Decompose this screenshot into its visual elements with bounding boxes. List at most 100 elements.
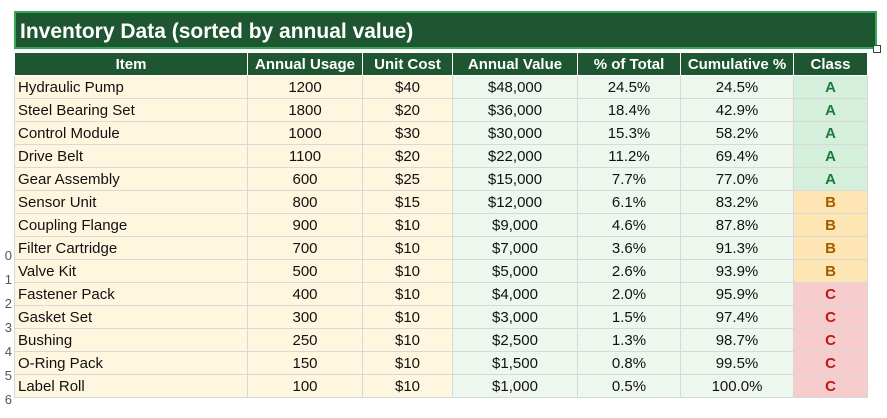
row-number[interactable]: [0, 172, 12, 196]
cell-cumulative-percent[interactable]: 91.3%: [680, 236, 794, 260]
header-unit-cost[interactable]: Unit Cost: [362, 52, 453, 76]
cell-percent-total[interactable]: 11.2%: [577, 144, 681, 168]
cell-percent-total[interactable]: 4.6%: [577, 213, 681, 237]
cell-annual-value[interactable]: $7,000: [452, 236, 578, 260]
cell-percent-total[interactable]: 15.3%: [577, 121, 681, 145]
cell-class[interactable]: C: [793, 305, 868, 329]
cell-item[interactable]: Gear Assembly: [14, 167, 248, 191]
cell-annual-usage[interactable]: 1200: [247, 75, 363, 99]
cell-annual-value[interactable]: $9,000: [452, 213, 578, 237]
cell-class[interactable]: A: [793, 75, 868, 99]
cell-cumulative-percent[interactable]: 100.0%: [680, 374, 794, 398]
row-number[interactable]: [0, 196, 12, 220]
cell-item[interactable]: Control Module: [14, 121, 248, 145]
cell-unit-cost[interactable]: $10: [362, 328, 453, 352]
cell-item[interactable]: Drive Belt: [14, 144, 248, 168]
row-number[interactable]: 0: [0, 244, 12, 268]
cell-class[interactable]: B: [793, 259, 868, 283]
cell-annual-value[interactable]: $5,000: [452, 259, 578, 283]
cell-annual-usage[interactable]: 1000: [247, 121, 363, 145]
cell-class[interactable]: A: [793, 167, 868, 191]
row-number[interactable]: [0, 124, 12, 148]
cell-percent-total[interactable]: 3.6%: [577, 236, 681, 260]
cell-item[interactable]: Valve Kit: [14, 259, 248, 283]
cell-cumulative-percent[interactable]: 93.9%: [680, 259, 794, 283]
row-number[interactable]: [0, 220, 12, 244]
header-cumulative-percent[interactable]: Cumulative %: [680, 52, 794, 76]
cell-cumulative-percent[interactable]: 58.2%: [680, 121, 794, 145]
row-number[interactable]: 5: [0, 364, 12, 388]
cell-item[interactable]: Bushing: [14, 328, 248, 352]
cell-class[interactable]: B: [793, 190, 868, 214]
cell-percent-total[interactable]: 0.5%: [577, 374, 681, 398]
cell-annual-usage[interactable]: 150: [247, 351, 363, 375]
cell-item[interactable]: Fastener Pack: [14, 282, 248, 306]
cell-class[interactable]: C: [793, 351, 868, 375]
cell-cumulative-percent[interactable]: 97.4%: [680, 305, 794, 329]
header-annual-value[interactable]: Annual Value: [452, 52, 578, 76]
row-number[interactable]: 4: [0, 340, 12, 364]
cell-unit-cost[interactable]: $10: [362, 305, 453, 329]
cell-unit-cost[interactable]: $20: [362, 98, 453, 122]
header-annual-usage[interactable]: Annual Usage: [247, 52, 363, 76]
row-number[interactable]: [0, 76, 12, 100]
row-number[interactable]: 2: [0, 292, 12, 316]
cell-unit-cost[interactable]: $30: [362, 121, 453, 145]
cell-class[interactable]: C: [793, 374, 868, 398]
cell-annual-usage[interactable]: 600: [247, 167, 363, 191]
cell-unit-cost[interactable]: $10: [362, 351, 453, 375]
cell-annual-usage[interactable]: 1800: [247, 98, 363, 122]
cell-cumulative-percent[interactable]: 24.5%: [680, 75, 794, 99]
cell-annual-value[interactable]: $30,000: [452, 121, 578, 145]
cell-unit-cost[interactable]: $15: [362, 190, 453, 214]
cell-percent-total[interactable]: 2.6%: [577, 259, 681, 283]
cell-annual-usage[interactable]: 700: [247, 236, 363, 260]
cell-item[interactable]: Hydraulic Pump: [14, 75, 248, 99]
cell-class[interactable]: A: [793, 98, 868, 122]
row-number[interactable]: 6: [0, 388, 12, 412]
cell-cumulative-percent[interactable]: 87.8%: [680, 213, 794, 237]
cell-annual-value[interactable]: $2,500: [452, 328, 578, 352]
cell-annual-usage[interactable]: 1100: [247, 144, 363, 168]
cell-percent-total[interactable]: 0.8%: [577, 351, 681, 375]
cell-annual-value[interactable]: $22,000: [452, 144, 578, 168]
cell-percent-total[interactable]: 1.5%: [577, 305, 681, 329]
cell-unit-cost[interactable]: $40: [362, 75, 453, 99]
cell-unit-cost[interactable]: $10: [362, 282, 453, 306]
cell-cumulative-percent[interactable]: 77.0%: [680, 167, 794, 191]
cell-percent-total[interactable]: 24.5%: [577, 75, 681, 99]
cell-percent-total[interactable]: 18.4%: [577, 98, 681, 122]
cell-annual-value[interactable]: $4,000: [452, 282, 578, 306]
cell-percent-total[interactable]: 2.0%: [577, 282, 681, 306]
cell-item[interactable]: Label Roll: [14, 374, 248, 398]
cell-unit-cost[interactable]: $10: [362, 213, 453, 237]
cell-unit-cost[interactable]: $10: [362, 259, 453, 283]
cell-annual-usage[interactable]: 400: [247, 282, 363, 306]
cell-annual-usage[interactable]: 300: [247, 305, 363, 329]
cell-class[interactable]: B: [793, 213, 868, 237]
cell-annual-value[interactable]: $1,000: [452, 374, 578, 398]
cell-class[interactable]: A: [793, 144, 868, 168]
row-number[interactable]: [0, 148, 12, 172]
cell-item[interactable]: Sensor Unit: [14, 190, 248, 214]
cell-annual-value[interactable]: $12,000: [452, 190, 578, 214]
cell-percent-total[interactable]: 6.1%: [577, 190, 681, 214]
cell-annual-value[interactable]: $36,000: [452, 98, 578, 122]
cell-item[interactable]: Coupling Flange: [14, 213, 248, 237]
cell-item[interactable]: Gasket Set: [14, 305, 248, 329]
cell-annual-usage[interactable]: 800: [247, 190, 363, 214]
cell-cumulative-percent[interactable]: 98.7%: [680, 328, 794, 352]
cell-percent-total[interactable]: 7.7%: [577, 167, 681, 191]
cell-unit-cost[interactable]: $25: [362, 167, 453, 191]
row-number[interactable]: 3: [0, 316, 12, 340]
cell-annual-value[interactable]: $3,000: [452, 305, 578, 329]
cell-item[interactable]: Filter Cartridge: [14, 236, 248, 260]
cell-cumulative-percent[interactable]: 99.5%: [680, 351, 794, 375]
sheet-title-cell[interactable]: Inventory Data (sorted by annual value): [14, 11, 877, 49]
cell-annual-value[interactable]: $48,000: [452, 75, 578, 99]
cell-class[interactable]: B: [793, 236, 868, 260]
cell-class[interactable]: C: [793, 282, 868, 306]
cell-annual-usage[interactable]: 500: [247, 259, 363, 283]
selection-fill-handle[interactable]: [873, 45, 881, 53]
header-class[interactable]: Class: [793, 52, 868, 76]
